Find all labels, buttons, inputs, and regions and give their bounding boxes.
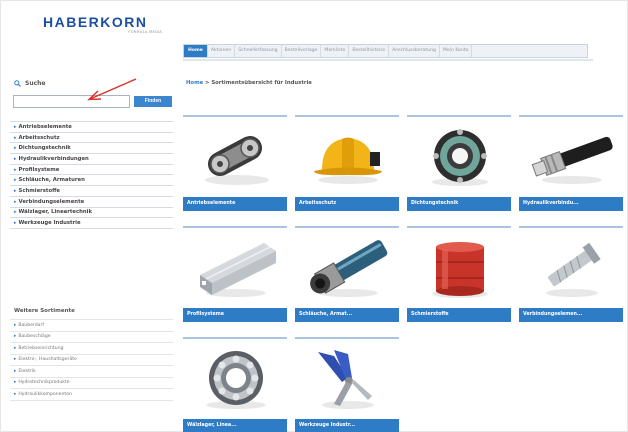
more-item[interactable]: ▸ Hydrotechnikprodukte: [10, 378, 173, 389]
product-card[interactable]: Schläuche, Armat...: [295, 226, 399, 322]
bullet-triangle-icon: ▸: [14, 345, 17, 351]
search-icon: [14, 80, 21, 87]
logo-wordmark: HABERKORN: [43, 14, 148, 30]
product-card[interactable]: Dichtungstechnik: [407, 115, 511, 211]
bullet-triangle-icon: ▸: [14, 187, 17, 194]
more-item[interactable]: ▸ Elektrik: [10, 366, 173, 378]
bullet-triangle-icon: ▸: [14, 134, 17, 141]
category-item[interactable]: ▸ Verbindungselemente: [10, 197, 173, 208]
category-item[interactable]: ▸ Dichtungstechnik: [10, 143, 173, 155]
product-label: Werkzeuge Industr...: [295, 419, 399, 432]
product-label: Schmierstoffe: [407, 308, 511, 322]
product-card[interactable]: Antriebselemente: [183, 115, 287, 211]
search-input[interactable]: [13, 95, 130, 108]
product-label: Profilsysteme: [183, 308, 287, 322]
more-item[interactable]: ▸ Baubeschläge: [10, 332, 173, 343]
product-label: Dichtungstechnik: [407, 197, 511, 211]
bullet-triangle-icon: ▸: [14, 145, 17, 152]
bullet-triangle-icon: ▸: [14, 357, 17, 363]
bullet-triangle-icon: ▸: [14, 334, 17, 340]
product-label: Arbeitsschutz: [295, 197, 399, 211]
more-assortments-heading: Weitere Sortimente: [14, 308, 75, 314]
category-item[interactable]: ▸ Wälzlager, Lineartechnik: [10, 208, 173, 219]
search-label: Suche: [25, 80, 46, 87]
product-card[interactable]: Profilsysteme: [183, 226, 287, 322]
product-label: Hydraulikverbindu...: [519, 197, 623, 211]
haberkorn-logo[interactable]: HABERKORN FORMULA MEDIA: [43, 15, 168, 34]
logo-tagline: FORMULA MEDIA: [128, 30, 162, 34]
nav-anschlussberatung[interactable]: Anschlussberatung: [389, 45, 440, 57]
breadcrumb: Home > Sortimentsübersicht für Industrie: [186, 80, 312, 86]
bullet-triangle-icon: ▸: [14, 123, 17, 130]
more-item[interactable]: ▸ Elektro-, Haushaltsgeräte: [10, 355, 173, 366]
gear-chain-icon: [183, 123, 287, 191]
bolt-anchor-icon: [519, 234, 623, 302]
hose-coupling-icon: [295, 234, 399, 302]
pliers-icon: [295, 345, 399, 413]
product-label: Wälzlager, Linea...: [183, 419, 287, 432]
more-item[interactable]: ▸ Hydraulikkomponenten: [10, 389, 173, 401]
ball-bearing-icon: [183, 345, 287, 413]
nav-mein-konto[interactable]: Mein Konto: [440, 45, 473, 57]
product-card[interactable]: Verbindungselemen...: [519, 226, 623, 322]
product-label: Antriebselemente: [183, 197, 287, 211]
search-heading: Suche: [14, 80, 46, 87]
category-item[interactable]: ▸ Werkzeuge Industrie: [10, 218, 173, 229]
oil-barrel-icon: [407, 234, 511, 302]
aluminium-profile-icon: [183, 234, 287, 302]
nav-divider: [183, 59, 593, 61]
bullet-triangle-icon: ▸: [14, 380, 17, 386]
bullet-triangle-icon: ▸: [14, 391, 17, 397]
bullet-triangle-icon: ▸: [14, 220, 17, 227]
product-card[interactable]: Hydraulikverbindu...: [519, 115, 623, 211]
category-list: ▸ Antriebselemente ▸ Arbeitsschutz ▸ Dichtu…: [10, 121, 173, 229]
page-title: Sortimentsübersicht für Industrie: [211, 80, 312, 86]
bullet-triangle-icon: ▸: [14, 198, 17, 205]
category-item[interactable]: ▸ Profilsysteme: [10, 165, 173, 176]
bullet-triangle-icon: ▸: [14, 155, 17, 162]
product-card[interactable]: Schmierstoffe: [407, 226, 511, 322]
bullet-triangle-icon: ▸: [14, 209, 17, 216]
category-item[interactable]: ▸ Hydraulikverbindungen: [10, 154, 173, 165]
nav-bestellvorlage[interactable]: Bestellvorlage: [282, 45, 322, 57]
product-grid: Antriebselemente Arbeitsschutz Dichtungs…: [183, 115, 623, 432]
product-card[interactable]: Arbeitsschutz: [295, 115, 399, 211]
nav-merkliste[interactable]: Merkliste: [321, 45, 350, 57]
hard-hat-icon: [295, 123, 399, 191]
nav-schnellerfassung[interactable]: Schnellerfassung: [235, 45, 282, 57]
product-card[interactable]: Werkzeuge Industr...: [295, 337, 399, 432]
nav-home[interactable]: Home: [184, 45, 208, 57]
category-item[interactable]: ▸ Schmierstoffe: [10, 186, 173, 197]
bullet-triangle-icon: ▸: [14, 322, 17, 328]
seal-ring-icon: [407, 123, 511, 191]
category-item[interactable]: ▸ Schläuche, Armaturen: [10, 175, 173, 187]
bullet-triangle-icon: ▸: [14, 368, 17, 374]
breadcrumb-home[interactable]: Home: [186, 80, 203, 86]
bullet-triangle-icon: ▸: [14, 166, 17, 173]
top-navigation: Home Aktionen Schnellerfassung Bestellvo…: [183, 44, 588, 58]
hydraulic-hose-icon: [519, 123, 623, 191]
search-button[interactable]: Finden: [134, 96, 172, 107]
nav-bestellhistorie[interactable]: Bestellhistorie: [349, 45, 390, 57]
category-item[interactable]: ▸ Antriebselemente: [10, 122, 173, 133]
product-card[interactable]: Wälzlager, Linea...: [183, 337, 287, 432]
more-item[interactable]: ▸ Betriebseinrichtung: [10, 343, 173, 355]
product-label: Verbindungselemen...: [519, 308, 623, 322]
nav-aktionen[interactable]: Aktionen: [208, 45, 236, 57]
bullet-triangle-icon: ▸: [14, 177, 17, 184]
category-item[interactable]: ▸ Arbeitsschutz: [10, 133, 173, 144]
product-label: Schläuche, Armat...: [295, 308, 399, 322]
more-item[interactable]: ▸ Bauberdarf: [10, 320, 173, 332]
more-assortments-list: ▸ Bauberdarf ▸ Baubeschläge ▸ Betriebseinri…: [10, 319, 173, 401]
